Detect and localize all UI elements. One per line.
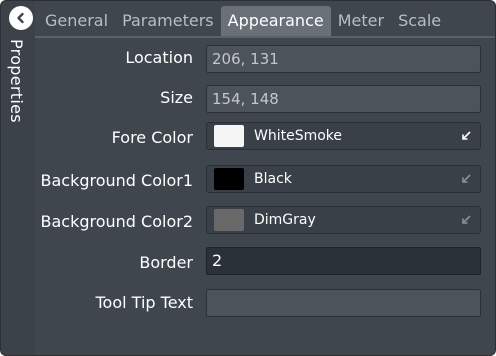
tooltip-label: Tool Tip Text xyxy=(95,293,194,312)
background-color1-value: Black xyxy=(254,171,292,187)
background-color2-value: DimGray xyxy=(254,212,316,228)
properties-panel: Properties General Parameters Appearance… xyxy=(0,0,496,356)
tab-general[interactable]: General xyxy=(38,6,115,36)
properties-title: Properties xyxy=(7,39,26,123)
background-color2-swatch xyxy=(214,209,244,231)
tooltip-field[interactable] xyxy=(206,289,481,317)
background-color1-label: Background Color1 xyxy=(40,171,194,190)
expand-arrow-icon xyxy=(462,131,471,140)
background-color1-picker[interactable]: Black xyxy=(206,165,481,193)
size-field[interactable]: 154, 148 xyxy=(206,85,481,113)
tab-meter[interactable]: Meter xyxy=(331,6,391,36)
properties-sidebar: Properties xyxy=(1,1,35,355)
chevron-left-icon xyxy=(17,12,24,24)
size-label: Size xyxy=(160,88,193,107)
location-field[interactable]: 206, 131 xyxy=(206,45,481,73)
background-color2-picker[interactable]: DimGray xyxy=(206,206,481,234)
fore-color-swatch xyxy=(214,125,244,147)
expand-arrow-icon xyxy=(462,174,471,183)
tab-appearance[interactable]: Appearance xyxy=(220,6,331,36)
location-label: Location xyxy=(125,48,193,67)
fore-color-label: Fore Color xyxy=(111,128,193,147)
tab-bar: General Parameters Appearance Meter Scal… xyxy=(38,6,489,36)
tab-divider xyxy=(35,36,495,38)
tab-scale[interactable]: Scale xyxy=(391,6,448,36)
back-button[interactable] xyxy=(9,6,33,30)
expand-arrow-icon xyxy=(462,215,471,224)
fore-color-value: WhiteSmoke xyxy=(254,128,343,144)
fore-color-picker[interactable]: WhiteSmoke xyxy=(206,122,481,150)
background-color2-label: Background Color2 xyxy=(40,212,194,231)
border-field[interactable]: 2 xyxy=(206,247,481,275)
border-label: Border xyxy=(139,253,193,272)
tab-parameters[interactable]: Parameters xyxy=(115,6,221,36)
background-color1-swatch xyxy=(214,168,244,190)
